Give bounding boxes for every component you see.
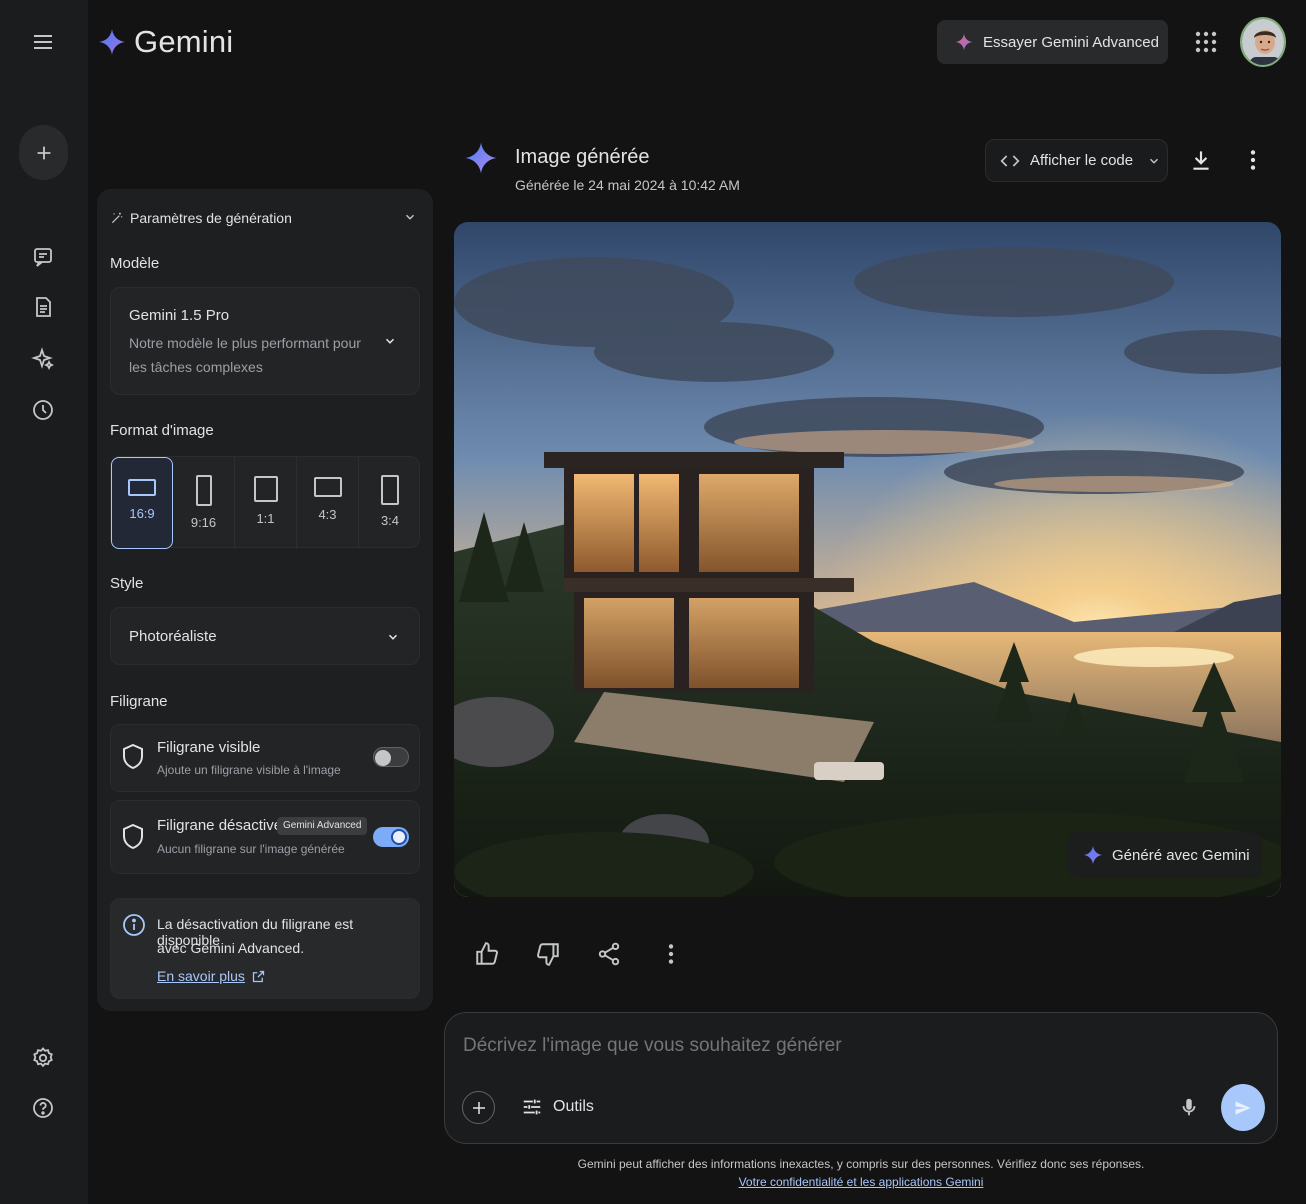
microphone-icon[interactable] [1178,1095,1200,1119]
settings-header[interactable]: Paramètres de génération [110,210,292,226]
learn-more-link[interactable]: En savoir plus [157,968,266,984]
generated-with-gemini-badge: Généré avec Gemini [1068,832,1262,878]
show-code-label: Afficher le code [1030,152,1134,169]
format-option-4-3[interactable]: 4:3 [297,457,359,549]
style-select[interactable]: Photoréaliste [110,607,420,665]
generation-settings-panel: Paramètres de génération Modèle Gemini 1… [97,189,433,1011]
plus-icon [472,1101,485,1114]
menu-icon[interactable] [28,27,58,57]
generated-image[interactable] [454,222,1281,897]
portrait-icon [195,475,212,506]
watermark-disabled-option: Filigrane désactivé Gemini Advanced Aucu… [110,800,420,874]
format-label-9-16: 9:16 [190,515,217,530]
brand-logo[interactable]: Gemini [98,22,233,62]
landscape-icon [128,479,156,496]
new-chat-button[interactable] [19,125,68,180]
magic-wand-icon [111,212,123,224]
model-description-line2: les tâches complexes [129,359,263,375]
privacy-link[interactable]: Votre confidentialité et les application… [444,1175,1278,1189]
brand-name: Gemini [134,24,234,59]
watermark-visible-description: Ajoute un filigrane visible à l'image [157,763,341,777]
download-icon[interactable] [1188,147,1214,173]
chevron-down-icon [1150,158,1159,164]
shield-icon [121,823,145,851]
gemini-sparkle-icon [464,141,498,175]
format-option-9-16[interactable]: 9:16 [173,457,235,549]
prompt-input[interactable] [463,1035,1163,1057]
try-advanced-label: Essayer Gemini Advanced [983,33,1159,51]
model-description-line1: Notre modèle le plus performant pour [129,335,361,351]
info-icon [122,913,146,937]
chat-icon[interactable] [28,242,58,272]
plus-icon [37,146,50,159]
format-option-1-1[interactable]: 1:1 [235,457,297,549]
disclaimer-text: Gemini peut afficher des informations in… [577,1157,1145,1171]
more-vert-icon[interactable] [655,938,687,970]
watermark-visible-option: Filigrane visible Ajoute un filigrane vi… [110,724,420,792]
format-label-16-9: 16:9 [129,506,155,521]
send-button[interactable] [1221,1084,1265,1131]
try-advanced-button[interactable]: Essayer Gemini Advanced [937,20,1168,64]
landscape-icon [313,477,342,497]
prompt-composer: Outils [444,1012,1278,1144]
format-label: Format d'image [110,422,214,439]
watermark-label: Filigrane [110,693,168,710]
thumbs-up-icon[interactable] [471,938,503,970]
code-icon [1000,154,1020,167]
format-selector: 16:9 9:16 1:1 4:3 3:4 [110,456,421,549]
apps-grid-icon[interactable] [1191,27,1221,57]
portrait-icon [381,475,399,505]
learn-more-label: En savoir plus [157,968,245,984]
format-option-3-4[interactable]: 3:4 [359,457,421,549]
tools-button[interactable]: Outils [521,1096,594,1118]
chevron-down-icon[interactable] [403,210,417,224]
tune-icon [523,1099,541,1115]
chevron-down-icon [386,630,400,644]
document-icon[interactable] [28,292,58,322]
style-value: Photoréaliste [129,628,217,645]
settings-title: Paramètres de génération [130,210,292,226]
sparkle-icon [955,33,973,51]
model-label: Modèle [110,255,160,272]
watermark-disabled-toggle[interactable] [373,827,409,847]
format-label-4-3: 4:3 [318,507,337,522]
model-select[interactable]: Gemini 1.5 Pro Notre modèle le plus perf… [110,287,420,395]
response-title: Image générée [515,146,650,168]
help-icon[interactable] [28,1093,58,1123]
thumbs-down-icon[interactable] [532,938,564,970]
info-box: La désactivation du filigrane est dispon… [110,898,420,999]
gem-icon[interactable] [28,344,58,374]
format-option-16-9[interactable]: 16:9 [111,457,173,549]
shield-icon [121,743,145,771]
add-attachment-button[interactable] [462,1091,495,1124]
watermark-disabled-title: Filigrane désactivé [157,817,283,834]
settings-icon[interactable] [28,1043,58,1073]
show-code-button[interactable]: Afficher le code [985,139,1168,182]
share-icon[interactable] [593,938,625,970]
advanced-badge: Gemini Advanced [277,817,368,835]
model-name: Gemini 1.5 Pro [129,307,230,324]
style-label: Style [110,575,144,592]
square-icon [253,476,278,502]
generated-badge-label: Généré avec Gemini [1112,846,1250,864]
avatar[interactable] [1240,17,1286,67]
send-icon [1235,1100,1251,1115]
tools-label: Outils [553,1098,594,1115]
external-link-icon [252,970,265,982]
gemini-sparkle-icon [99,29,125,55]
watermark-disabled-description: Aucun filigrane sur l'image générée [157,842,345,856]
more-vert-icon[interactable] [1240,147,1266,173]
info-text-line2: avec Gemini Advanced. [157,940,305,956]
history-icon[interactable] [28,395,58,425]
response-date: Générée le 24 mai 2024 à 10:42 AM [515,177,740,193]
side-rail [0,0,88,1204]
format-label-1-1: 1:1 [256,511,275,526]
watermark-visible-title: Filigrane visible [157,739,261,756]
format-label-3-4: 3:4 [380,513,400,528]
gemini-sparkle-icon [1083,845,1103,865]
chevron-down-icon [383,334,397,348]
watermark-visible-toggle[interactable] [373,747,409,767]
